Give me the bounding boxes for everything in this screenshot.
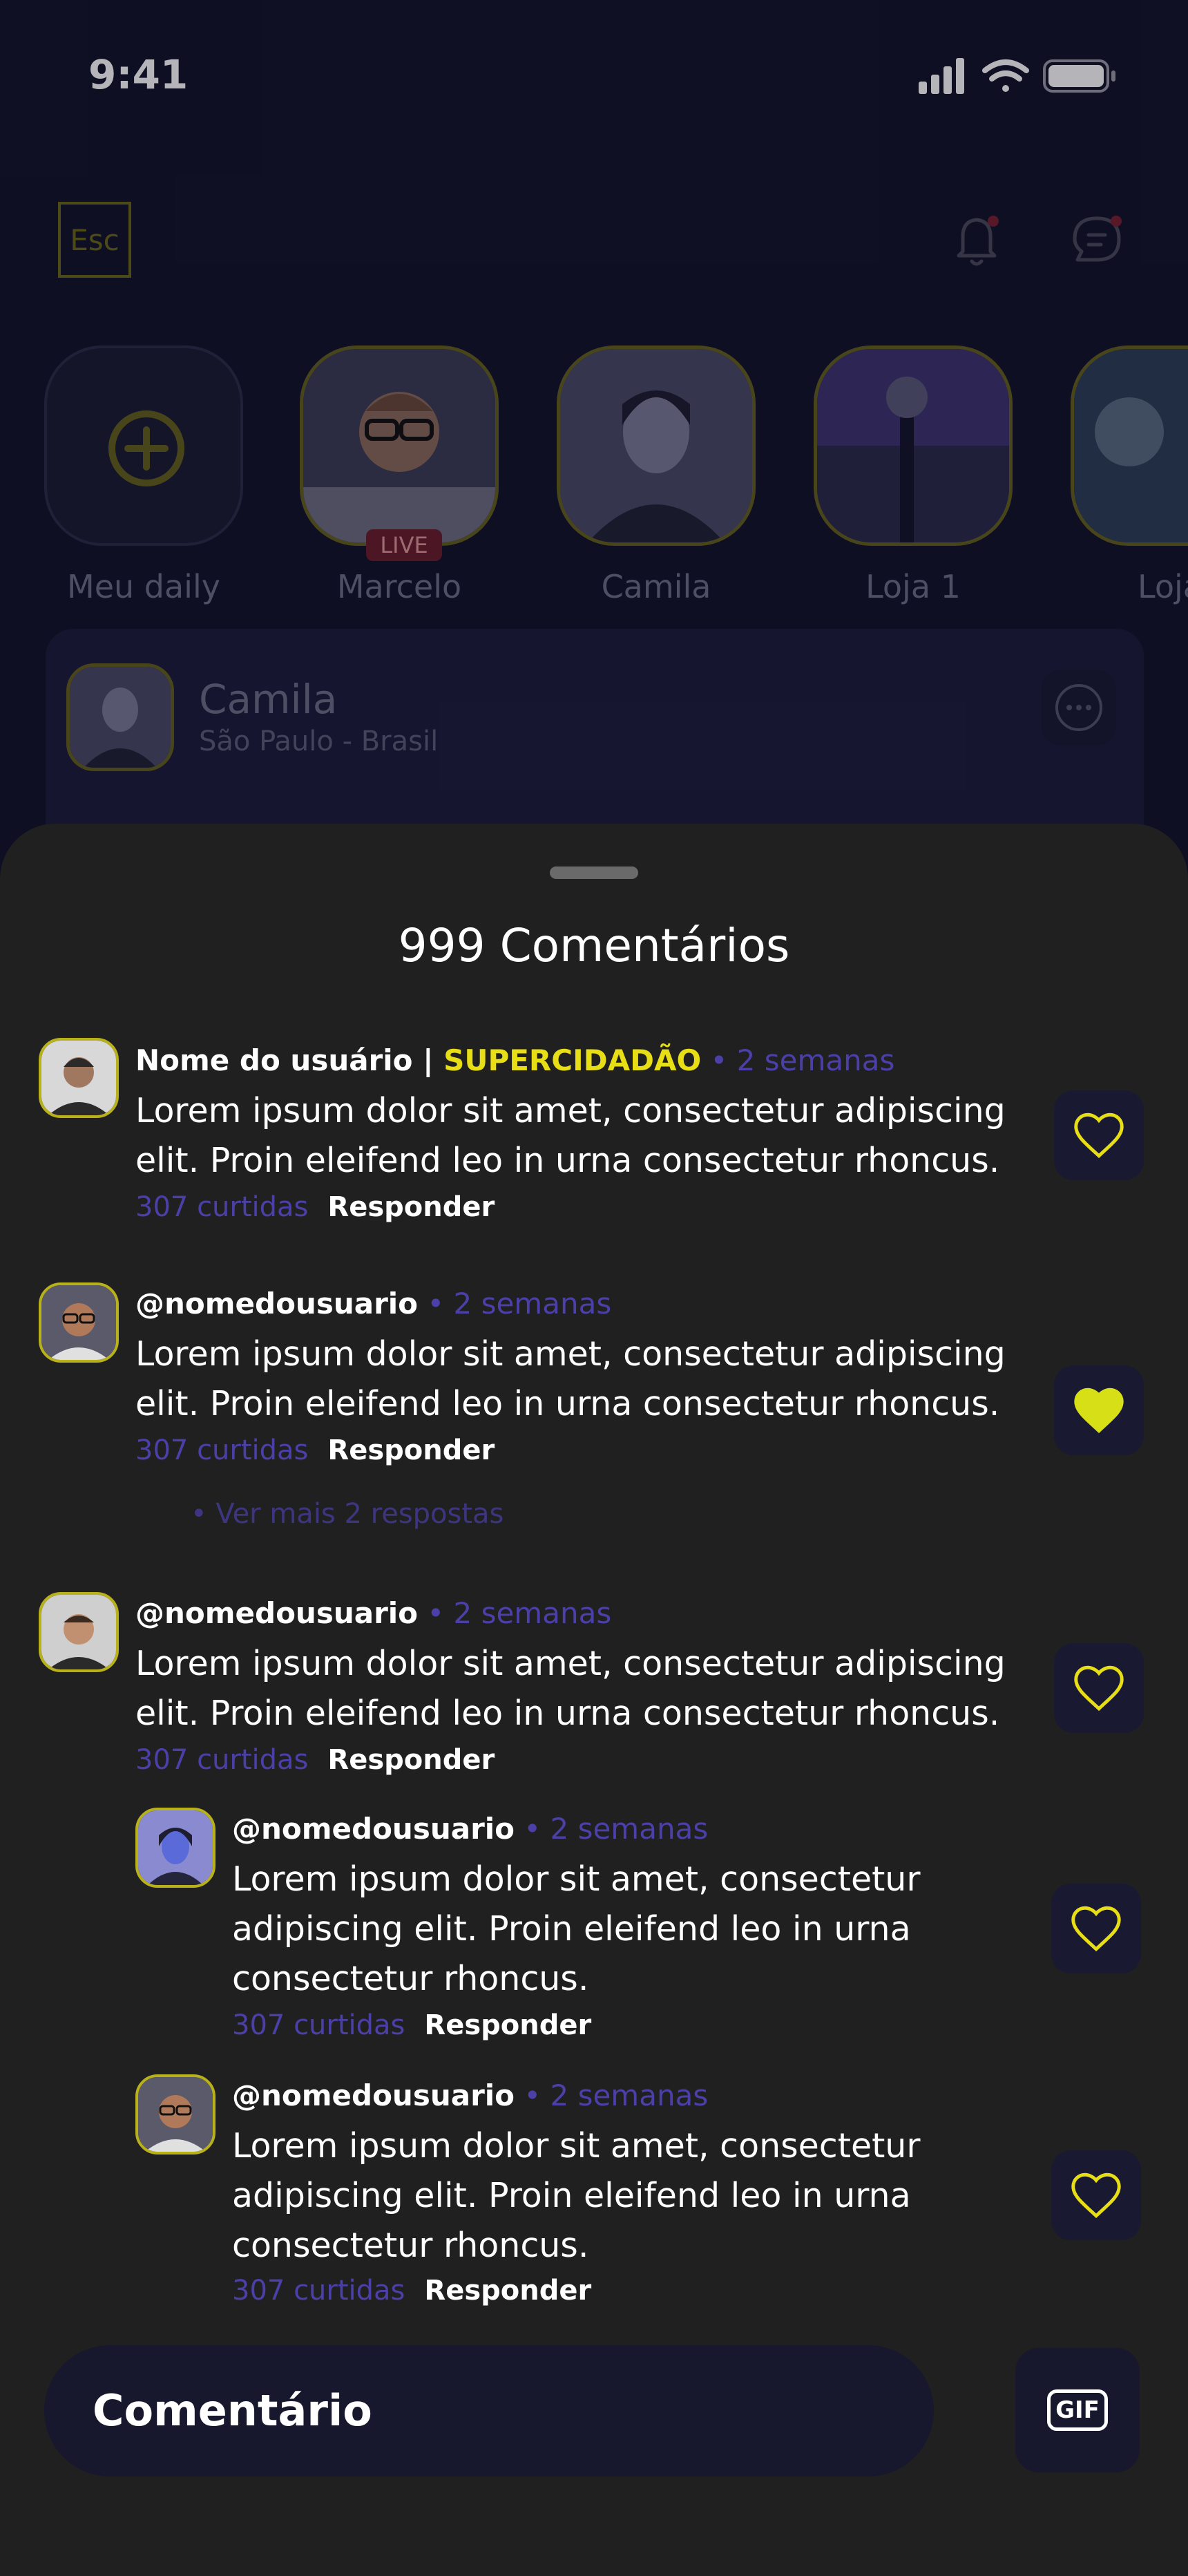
comment-text: Lorem ipsum dolor sit amet, consectetur … bbox=[232, 1859, 921, 1998]
separator: • bbox=[701, 1043, 737, 1077]
likes-count: 307 curtidas bbox=[135, 1744, 309, 1776]
avatar-photo bbox=[41, 1041, 116, 1115]
comment-meta: 307 curtidas Responder bbox=[232, 2009, 591, 2041]
comment-input[interactable]: Comentário bbox=[44, 2345, 934, 2476]
comment-date: 2 semanas bbox=[453, 1287, 612, 1320]
app-screen: 9:41 Esc Meu daily LIVE Marcelo Camila L… bbox=[0, 0, 1188, 2576]
heart-outline-icon bbox=[1071, 2172, 1121, 2219]
background-feed: 9:41 Esc Meu daily LIVE Marcelo Camila L… bbox=[0, 0, 1188, 898]
view-more-replies[interactable]: • Ver mais 2 respostas bbox=[191, 1498, 504, 1530]
commenter-avatar[interactable] bbox=[39, 1282, 119, 1363]
comment-header: @nomedousuario • 2 semanas bbox=[135, 1596, 611, 1630]
separator: • bbox=[515, 2078, 550, 2112]
reply-button[interactable]: Responder bbox=[424, 2009, 591, 2041]
comment-input-placeholder: Comentário bbox=[93, 2385, 372, 2436]
comment-date: 2 semanas bbox=[453, 1596, 612, 1630]
comment-date: 2 semanas bbox=[550, 1812, 709, 1846]
like-button[interactable] bbox=[1054, 1643, 1144, 1733]
comment-text: Lorem ipsum dolor sit amet, consectetur … bbox=[135, 1334, 1006, 1423]
avatar-photo bbox=[138, 1810, 213, 1885]
avatar-photo bbox=[41, 1595, 116, 1669]
comment-meta: 307 curtidas Responder bbox=[135, 1744, 495, 1776]
comment-header: Nome do usuário | SUPERCIDADÃO • 2 seman… bbox=[135, 1043, 894, 1077]
like-button[interactable] bbox=[1054, 1090, 1144, 1180]
heart-filled-icon bbox=[1074, 1388, 1124, 1434]
reply-button[interactable]: Responder bbox=[327, 1744, 495, 1776]
separator: • bbox=[418, 1596, 454, 1630]
gif-icon: GIF bbox=[1047, 2389, 1108, 2431]
likes-count: 307 curtidas bbox=[135, 1191, 309, 1223]
comment-meta: 307 curtidas Responder bbox=[135, 1191, 495, 1223]
avatar-photo bbox=[138, 2077, 213, 2152]
separator: • bbox=[515, 1812, 550, 1846]
comment-username[interactable]: @nomedousuario bbox=[232, 2078, 515, 2112]
like-button[interactable] bbox=[1051, 1884, 1141, 1973]
user-badge: SUPERCIDADÃO bbox=[443, 1043, 702, 1077]
separator: • bbox=[418, 1287, 454, 1320]
reply-button[interactable]: Responder bbox=[327, 1191, 495, 1223]
comment-meta: 307 curtidas Responder bbox=[135, 1434, 495, 1466]
commenter-avatar[interactable] bbox=[39, 1592, 119, 1672]
comment-username[interactable]: Nome do usuário | bbox=[135, 1043, 433, 1077]
likes-count: 307 curtidas bbox=[232, 2009, 405, 2041]
likes-count: 307 curtidas bbox=[232, 2275, 405, 2307]
commenter-avatar[interactable] bbox=[135, 2074, 215, 2154]
comment-meta: 307 curtidas Responder bbox=[232, 2275, 591, 2307]
likes-count: 307 curtidas bbox=[135, 1434, 309, 1466]
comment-text: Lorem ipsum dolor sit amet, consectetur … bbox=[232, 2126, 921, 2265]
commenter-avatar[interactable] bbox=[135, 1808, 215, 1888]
comment-header: @nomedousuario • 2 semanas bbox=[232, 1812, 708, 1846]
comment-date: 2 semanas bbox=[550, 2078, 709, 2112]
comment-username[interactable]: @nomedousuario bbox=[135, 1596, 418, 1630]
comment-text: Lorem ipsum dolor sit amet, consectetur … bbox=[135, 1091, 1006, 1180]
comment-text: Lorem ipsum dolor sit amet, consectetur … bbox=[135, 1644, 1006, 1733]
sheet-drag-handle[interactable] bbox=[550, 866, 638, 879]
comment-username[interactable]: @nomedousuario bbox=[232, 1812, 515, 1846]
like-button[interactable] bbox=[1054, 1365, 1144, 1455]
heart-outline-icon bbox=[1074, 1112, 1124, 1159]
comment-date: 2 semanas bbox=[736, 1043, 895, 1077]
like-button[interactable] bbox=[1051, 2150, 1141, 2240]
comment-username[interactable]: @nomedousuario bbox=[135, 1287, 418, 1320]
reply-button[interactable]: Responder bbox=[424, 2275, 591, 2307]
comments-title: 999 Comentários bbox=[398, 919, 790, 972]
comment-header: @nomedousuario • 2 semanas bbox=[135, 1287, 611, 1320]
overlay-dim bbox=[0, 0, 1188, 898]
heart-outline-icon bbox=[1071, 1906, 1121, 1952]
comment-header: @nomedousuario • 2 semanas bbox=[232, 2078, 708, 2112]
reply-button[interactable]: Responder bbox=[327, 1434, 495, 1466]
gif-button[interactable]: GIF bbox=[1015, 2348, 1140, 2472]
commenter-avatar[interactable] bbox=[39, 1038, 119, 1118]
avatar-photo bbox=[41, 1285, 116, 1360]
heart-outline-icon bbox=[1074, 1665, 1124, 1712]
